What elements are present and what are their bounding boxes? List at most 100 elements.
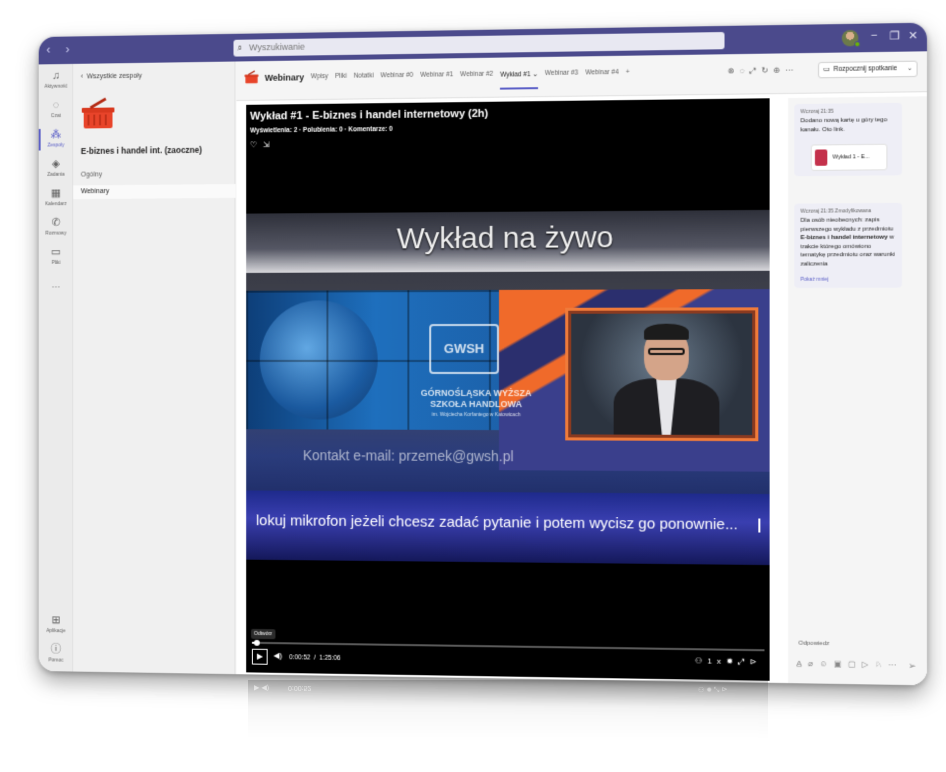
emoji-icon[interactable]: ☺ [819,659,834,668]
attach-icon[interactable]: ⌀ [808,659,819,668]
lower-third-band: lokuj mikrofon jeżeli chcesz zadać pytan… [246,490,770,566]
reply-label[interactable]: Odpowiedz [798,641,829,648]
channel-webinary[interactable]: Webinary [73,184,236,200]
rail-item-files[interactable]: ▭ Pliki [39,246,73,266]
presenter-camera [565,307,759,442]
message-bold-text: E-biznes i handel internetowy [800,234,888,242]
globe-icon[interactable]: ⊕ [773,66,785,75]
maximize-icon[interactable]: ❐ [889,29,899,42]
app-rail: ♫ Aktywność ◌ Czat ⁂ Zespoły ◈ Zadania ▦… [38,63,74,672]
chevron-left-icon: ‹ [80,73,84,81]
school-name-block: GÓRNOŚLĄSKA WYŻSZA SZKOŁA HANDLOWA im. W… [401,388,551,421]
fullscreen-icon[interactable]: ⤢ [738,657,750,666]
progress-knob[interactable] [254,639,261,646]
rail-item-tasks[interactable]: ◈ Zadania [39,158,73,178]
teams-icon: ⁂ [50,128,62,141]
rail-label: Czat [50,113,61,120]
tab-notatki[interactable]: Notatki [354,72,374,91]
rail-item-teams[interactable]: ⁂ Zespoły [39,129,73,149]
player-right-controls: ⚇1x✹⤢⊳ [695,656,762,667]
meet-now-icon[interactable]: ▷ [862,660,875,669]
tab-webinar-3[interactable]: Webinar #3 [545,70,578,90]
tasks-icon: ◈ [51,158,60,170]
channel-general[interactable]: Ogólny [81,171,102,178]
video-player[interactable]: Wykład #1 - E-biznes i handel internetow… [246,98,770,681]
conversation-icon[interactable]: ◌ [740,66,750,75]
search-input[interactable]: ⌕ Wyszukiwanie [233,32,725,57]
back-to-teams-button[interactable]: ‹ Wszystkie zespoły [81,73,142,81]
tab-webinar-4[interactable]: Webinar #4 [585,69,618,89]
rail-item-chat[interactable]: ◌ Czat [39,99,73,119]
play-tooltip: Odtwórz [251,628,276,640]
add-tab-button[interactable]: + [626,69,630,88]
video-overlay-title: Wykład na żywo [396,221,614,256]
more-icon[interactable]: ⋯ [888,660,903,669]
conversation-pane: Wczoraj 21:35 Dodano nową kartę u góry t… [788,96,927,686]
rail-item-help[interactable]: ⓘ Pomoc [39,644,73,664]
tab-link-card[interactable]: Wykład 1 - E... [810,143,888,171]
tab-webinar-0[interactable]: Webinar #0 [381,72,414,91]
website-icon[interactable]: ⊗ [728,66,740,75]
close-icon[interactable]: ✕ [908,29,918,42]
team-name: E-biznes i handel int. (zaoczne) [80,144,203,156]
presenter-hair [644,323,689,340]
captions-icon[interactable]: ⚇ [695,656,707,665]
praise-icon[interactable]: ♘ [875,660,889,669]
rail-label: Zadania [47,171,65,178]
cast-icon[interactable]: ⊳ [750,657,762,666]
more-options-icon[interactable]: ⋯ [785,65,798,74]
nav-arrows[interactable]: ‹ › [46,41,75,56]
send-icon[interactable]: ➢ [908,661,916,672]
tab-wyklad-1[interactable]: Wykład #1 ⌄ [500,70,538,90]
more-apps-button[interactable]: ··· [39,281,73,292]
video-stats: Wyświetlenia: 2 · Polubienia: 0 · Koment… [250,125,393,135]
rail-label: Rozmowy [45,230,67,237]
playback-speed[interactable]: 1x [707,656,726,665]
rail-item-calendar[interactable]: ▦ Kalendarz [39,187,73,207]
tab-webinar-2[interactable]: Webinar #2 [460,71,493,90]
tab-wpisy[interactable]: Wpisy [311,73,328,92]
volume-icon[interactable]: ◀) [274,651,283,660]
refresh-icon[interactable]: ↻ [761,66,773,75]
chevron-down-icon[interactable]: ⌄ [907,62,912,76]
search-placeholder: Wyszukiwanie [249,41,305,53]
presence-available-icon [854,41,861,48]
message-meta: Wczoraj 21:35 Zmodyfikowana [800,208,872,215]
search-icon: ⌕ [237,42,243,53]
progress-bar[interactable] [252,639,765,652]
video-frame: Wykład na żywo GWSH GÓRNOŚLĄSKA WYŻSZA S… [246,209,770,566]
tab-webinar-1[interactable]: Webinar #1 [420,71,453,90]
rail-item-activity[interactable]: ♫ Aktywność [39,70,73,90]
header-actions: ⊗◌⤢↻⊕⋯ [728,65,799,76]
message-body: Dodano nową kartę u góry tego kanału. Ot… [800,117,888,133]
minimize-icon[interactable]: − [871,30,878,42]
school-logo: GWSH [429,323,499,375]
show-less-link[interactable]: Pokaż mniej [800,276,895,283]
play-button[interactable]: ▶ [252,648,268,665]
video-camera-icon: ▭ [823,65,831,74]
presenter-view [571,313,753,436]
bell-icon: ♫ [51,69,60,82]
sticker-icon[interactable]: ▢ [848,660,862,669]
compose-toolbar: A̲⌀☺▣▢▷♘⋯ [796,659,902,670]
start-meeting-button[interactable]: ▭ Rozpocznij spotkanie ⌄ [818,60,918,79]
like-heart-icon[interactable]: ♡ [250,140,263,149]
expand-icon[interactable]: ⤢ [750,66,762,75]
calendar-icon: ▦ [50,187,61,200]
settings-gear-icon[interactable]: ✹ [726,657,738,666]
gif-icon[interactable]: ▣ [834,659,848,668]
time-display: 0:00:52 / 1:25:06 [289,654,340,662]
share-icon[interactable]: ⇲ [263,140,275,149]
presenter-glasses [648,347,685,356]
message-body: Dla osób nieobecnych: zapis pierwszego w… [800,216,895,268]
message-2: Wczoraj 21:35 Zmodyfikowana Dla osób nie… [794,202,902,288]
rail-item-apps[interactable]: ⊞ Aplikacje [39,614,73,634]
rail-label: Aplikacje [46,628,66,635]
format-icon[interactable]: A̲ [796,659,808,668]
contact-email-text: Kontakt e-mail: przemek@gwsh.pl [302,447,514,465]
basket-logo-icon [244,70,259,84]
rail-item-calls[interactable]: ✆ Rozmowy [39,217,73,237]
tab-pliki[interactable]: Pliki [335,73,347,92]
phone-icon: ✆ [51,216,61,229]
basket-logo-icon [81,97,115,133]
